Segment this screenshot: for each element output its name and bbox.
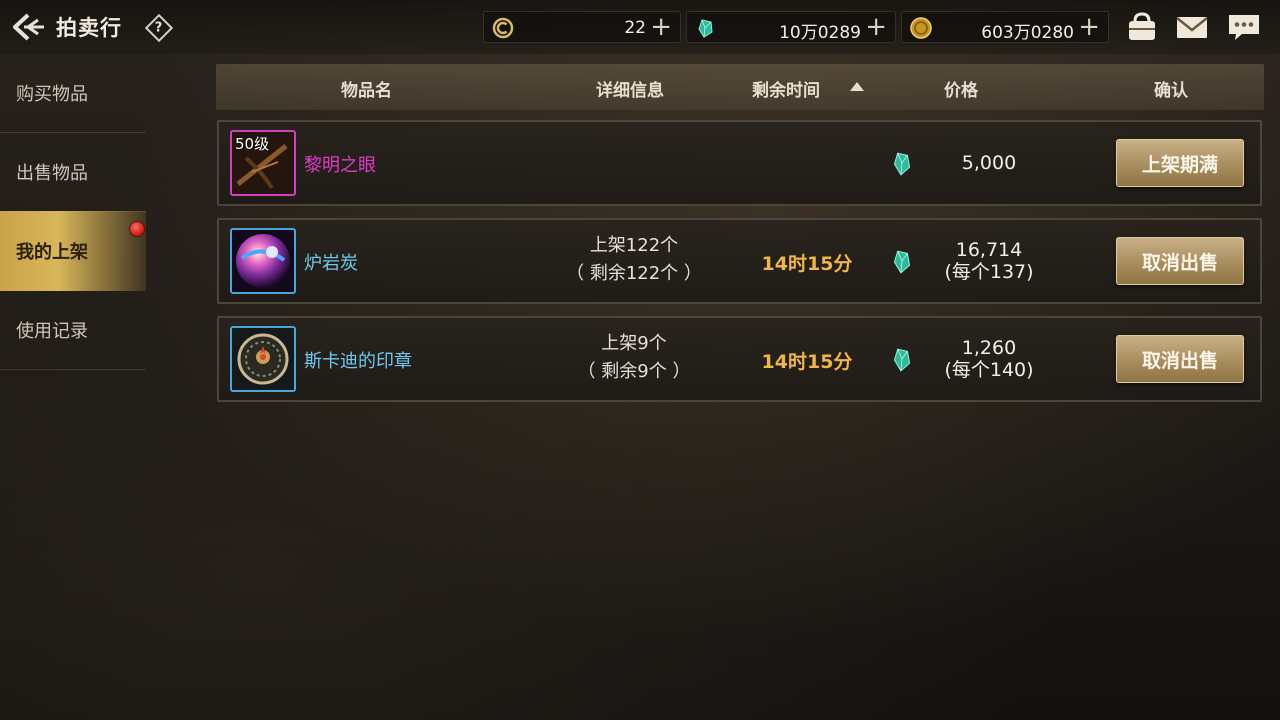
- cancel-sale-button[interactable]: 取消出售: [1116, 237, 1244, 285]
- sidebar-item-history[interactable]: 使用记录: [0, 291, 146, 370]
- item-icon-dawn-eye[interactable]: 50级: [230, 130, 296, 196]
- gem-icon: [893, 152, 911, 176]
- remaining-quantity: （ 剩余122个 ）: [566, 263, 702, 284]
- column-header-name: 物品名: [341, 81, 392, 101]
- top-bar: 拍卖行 ? 22 + 10万0289 + 603万0280 +: [0, 0, 1280, 54]
- column-header-price: 价格: [944, 81, 978, 101]
- add-currency-button[interactable]: +: [865, 13, 887, 41]
- help-button[interactable]: ?: [144, 13, 174, 43]
- item-icon-skadi-seal[interactable]: [230, 326, 296, 392]
- gem-icon: [893, 348, 911, 372]
- item-price: 16,714 (每个137): [919, 239, 1059, 283]
- sidebar-item-label: 使用记录: [16, 321, 88, 342]
- column-header-confirm: 确认: [1154, 81, 1188, 101]
- listed-quantity: 上架9个: [601, 333, 667, 354]
- currency-value: 10万0289: [779, 23, 861, 43]
- add-currency-button[interactable]: +: [1078, 13, 1100, 41]
- item-icon-lava-coal[interactable]: [230, 228, 296, 294]
- column-header-detail: 详细信息: [596, 81, 664, 101]
- item-name: 炉岩炭: [304, 253, 358, 274]
- sidebar-item-my-listings[interactable]: 我的上架: [0, 211, 146, 291]
- total-price: 1,260: [961, 337, 1017, 359]
- sidebar-item-buy[interactable]: 购买物品: [0, 54, 146, 133]
- sidebar-item-sell[interactable]: 出售物品: [0, 133, 146, 212]
- column-header-time[interactable]: 剩余时间: [752, 76, 820, 101]
- gold-coin-icon: [910, 17, 932, 39]
- remaining-time: 14时15分: [761, 253, 853, 275]
- currency-gem: 10万0289 +: [686, 11, 896, 43]
- table-row: 炉岩炭 上架122个 （ 剩余122个 ） 14时15分 16,714 (每个1…: [217, 218, 1262, 304]
- item-name: 斯卡迪的印章: [304, 351, 412, 372]
- item-detail: 上架9个 （ 剩余9个 ）: [549, 330, 719, 386]
- currency-value: 22: [624, 18, 646, 38]
- add-currency-button[interactable]: +: [650, 13, 672, 41]
- listing-expired-button[interactable]: 上架期满: [1116, 139, 1244, 187]
- currency-coupon: 22 +: [483, 11, 681, 43]
- sidebar: 购买物品 出售物品 我的上架 使用记录: [0, 54, 146, 370]
- unit-price: (每个137): [944, 261, 1034, 283]
- mail-icon[interactable]: [1174, 11, 1210, 43]
- table-header: 物品名 详细信息 剩余时间 价格 确认: [216, 64, 1264, 110]
- gem-icon: [893, 250, 911, 274]
- item-price: 1,260 (每个140): [919, 337, 1059, 381]
- sort-ascending-icon[interactable]: [850, 82, 864, 91]
- coin-c-icon: [492, 17, 514, 39]
- gem-icon: [698, 19, 713, 38]
- cancel-sale-button[interactable]: 取消出售: [1116, 335, 1244, 383]
- sidebar-item-label: 购买物品: [16, 84, 88, 105]
- total-price: 16,714: [955, 239, 1023, 261]
- table-row: 斯卡迪的印章 上架9个 （ 剩余9个 ） 14时15分 1,260 (每个140…: [217, 316, 1262, 402]
- item-level: 50级: [235, 135, 270, 153]
- seal-icon: [232, 328, 294, 390]
- sidebar-item-label: 出售物品: [16, 163, 88, 184]
- bag-icon[interactable]: [1124, 11, 1160, 43]
- back-arrow-icon: [13, 13, 44, 41]
- currency-value: 603万0280: [981, 23, 1074, 43]
- help-icon: ?: [144, 13, 174, 43]
- unit-price: (每个140): [944, 359, 1034, 381]
- notification-badge: [129, 221, 145, 237]
- currency-gold: 603万0280 +: [901, 11, 1109, 43]
- table-row: 50级 黎明之眼 5,000 上架期满: [217, 120, 1262, 206]
- chat-icon[interactable]: [1226, 11, 1262, 43]
- orb-icon: [232, 230, 294, 292]
- page-title: 拍卖行: [56, 16, 122, 40]
- sidebar-item-label: 我的上架: [16, 242, 88, 263]
- remaining-time: 14时15分: [761, 351, 853, 373]
- listed-quantity: 上架122个: [589, 235, 679, 256]
- item-detail: 上架122个 （ 剩余122个 ）: [549, 232, 719, 288]
- item-name: 黎明之眼: [304, 155, 376, 176]
- back-button[interactable]: [8, 8, 48, 46]
- item-price: 5,000: [961, 152, 1017, 174]
- remaining-quantity: （ 剩余9个 ）: [577, 361, 691, 382]
